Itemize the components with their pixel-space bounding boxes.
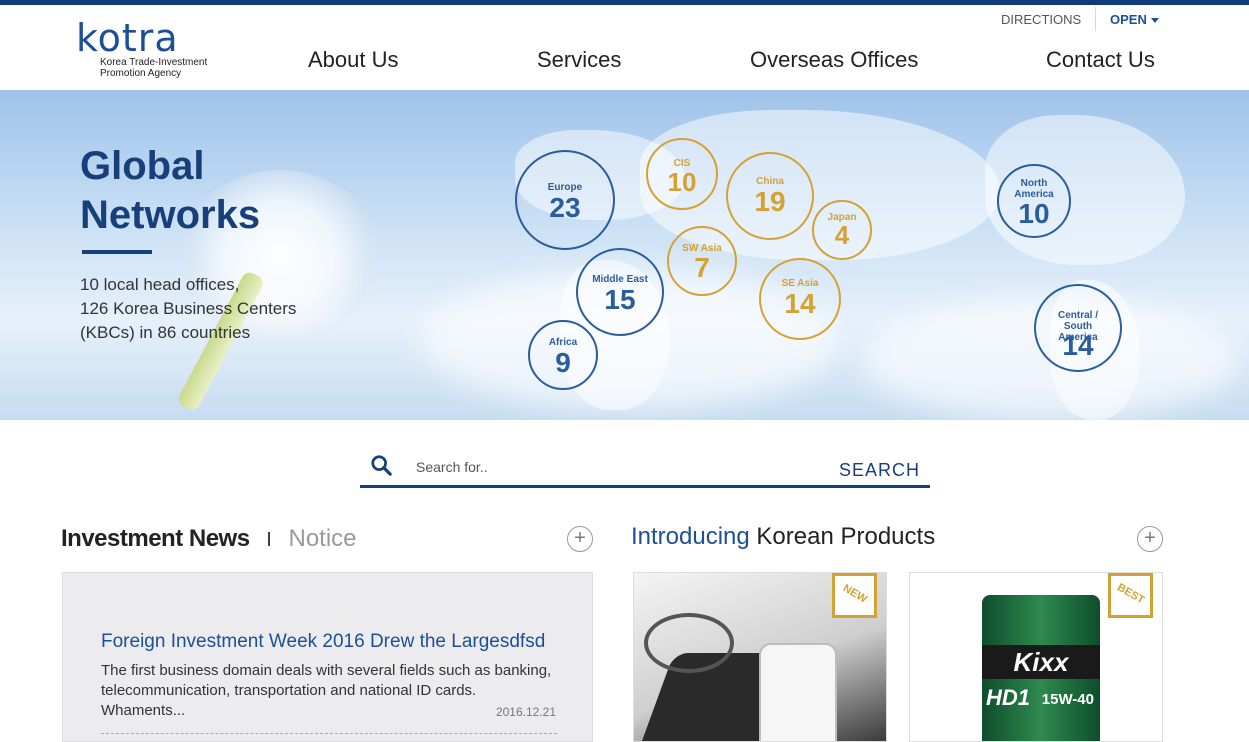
product-card-phone-holder[interactable]: NEW	[633, 572, 887, 742]
news-divider	[101, 733, 557, 734]
region-count: 19	[754, 186, 786, 217]
search-button[interactable]: SEARCH	[839, 460, 920, 481]
nav-overseas-offices[interactable]: Overseas Offices	[750, 47, 918, 73]
products-more-plus-icon[interactable]: +	[1137, 526, 1163, 552]
new-badge-label: NEW	[840, 582, 869, 606]
region-count: 10	[1018, 198, 1050, 229]
products-title-accent: Introducing	[631, 523, 750, 550]
kotra-logo[interactable]: kotra Korea Trade-Investment Promotion A…	[76, 16, 226, 80]
products-title-rest: Korean Products	[756, 523, 936, 550]
logo-subtitle-line2: Promotion Agency	[100, 68, 182, 79]
region-se-asia[interactable]: SE Asia 14	[759, 258, 841, 340]
region-africa[interactable]: Africa 9	[528, 320, 598, 390]
tab-separator: I	[266, 529, 272, 551]
product-sunglasses-image	[644, 613, 734, 673]
region-count: 23	[549, 192, 581, 223]
hero-description: 10 local head offices, 126 Korea Business…	[80, 273, 296, 345]
region-count: 14	[784, 288, 816, 319]
region-name: North America	[1014, 178, 1054, 200]
open-dropdown-label: OPEN	[1110, 12, 1147, 27]
news-card[interactable]: Foreign Investment Week 2016 Drew the La…	[62, 572, 593, 742]
tab-notice[interactable]: Notice	[288, 525, 356, 552]
product-phone-image	[759, 643, 837, 741]
news-body: The first business domain deals with sev…	[101, 662, 552, 719]
logo-wordmark: kotra	[76, 16, 179, 60]
region-cis[interactable]: CIS 10	[646, 138, 718, 210]
search-bar: SEARCH	[360, 448, 930, 488]
region-count: 10	[667, 167, 697, 197]
search-icon[interactable]	[370, 454, 392, 476]
tab-investment-news[interactable]: Investment News	[61, 525, 250, 552]
products-title: Introducing Korean Products	[631, 523, 935, 551]
hero-title-line2: Networks	[80, 193, 261, 237]
news-more-plus-icon[interactable]: +	[567, 526, 593, 552]
oil-grade-label: 15W-40	[1041, 691, 1094, 708]
caret-down-icon	[1150, 18, 1159, 24]
search-input[interactable]	[416, 456, 816, 478]
region-central-south-america[interactable]: Central / South America 14	[1034, 284, 1122, 372]
directions-link[interactable]: DIRECTIONS	[1001, 12, 1081, 27]
news-date: 2016.12.21	[495, 705, 556, 719]
region-count: 15	[604, 284, 636, 315]
product-oil-can-image: Kixx HD1 15W-40	[982, 595, 1100, 741]
hero-desc-line2: 126 Korea Business Centers	[80, 299, 297, 318]
region-japan[interactable]: Japan 4	[812, 200, 872, 260]
region-count: 7	[694, 252, 710, 283]
region-middle-east[interactable]: Middle East 15	[576, 248, 664, 336]
news-tabs: Investment News I Notice	[61, 525, 357, 553]
best-badge: BEST	[1108, 573, 1153, 618]
logo-subtitle-line1: Korea Trade-Investment	[100, 57, 208, 68]
region-count: 4	[834, 220, 850, 250]
hero-title-line1: Global	[80, 144, 205, 188]
nav-contact-us[interactable]: Contact Us	[1046, 47, 1155, 73]
nav-about-us[interactable]: About Us	[308, 47, 399, 73]
new-badge: NEW	[832, 573, 877, 618]
best-badge-label: BEST	[1114, 581, 1147, 607]
region-sw-asia[interactable]: SW Asia 7	[667, 226, 737, 296]
hero-banner: Global Networks 10 local head offices, 126…	[0, 90, 1249, 420]
region-count: 9	[555, 347, 571, 378]
hero-desc-line1: 10 local head offices,	[80, 275, 240, 294]
news-headline[interactable]: Foreign Investment Week 2016 Drew the La…	[101, 631, 545, 653]
nav-services[interactable]: Services	[537, 47, 621, 73]
region-north-america[interactable]: North America 10	[997, 164, 1071, 238]
open-dropdown[interactable]: OPEN	[1110, 12, 1159, 27]
region-count: 14	[1062, 330, 1094, 361]
hero-desc-line3: (KBCs) in 86 countries	[80, 323, 251, 342]
oil-model-label: HD1	[986, 685, 1031, 710]
hero-title-rule	[82, 250, 152, 254]
hero-title: Global Networks	[80, 142, 260, 240]
utility-divider	[1095, 7, 1096, 31]
region-china[interactable]: China 19	[726, 152, 814, 240]
region-europe[interactable]: Europe 23	[515, 150, 615, 250]
oil-brand-label: Kixx	[982, 645, 1100, 679]
site-header: kotra Korea Trade-Investment Promotion A…	[0, 5, 1249, 90]
product-card-kixx-oil[interactable]: Kixx HD1 15W-40 BEST	[909, 572, 1163, 742]
